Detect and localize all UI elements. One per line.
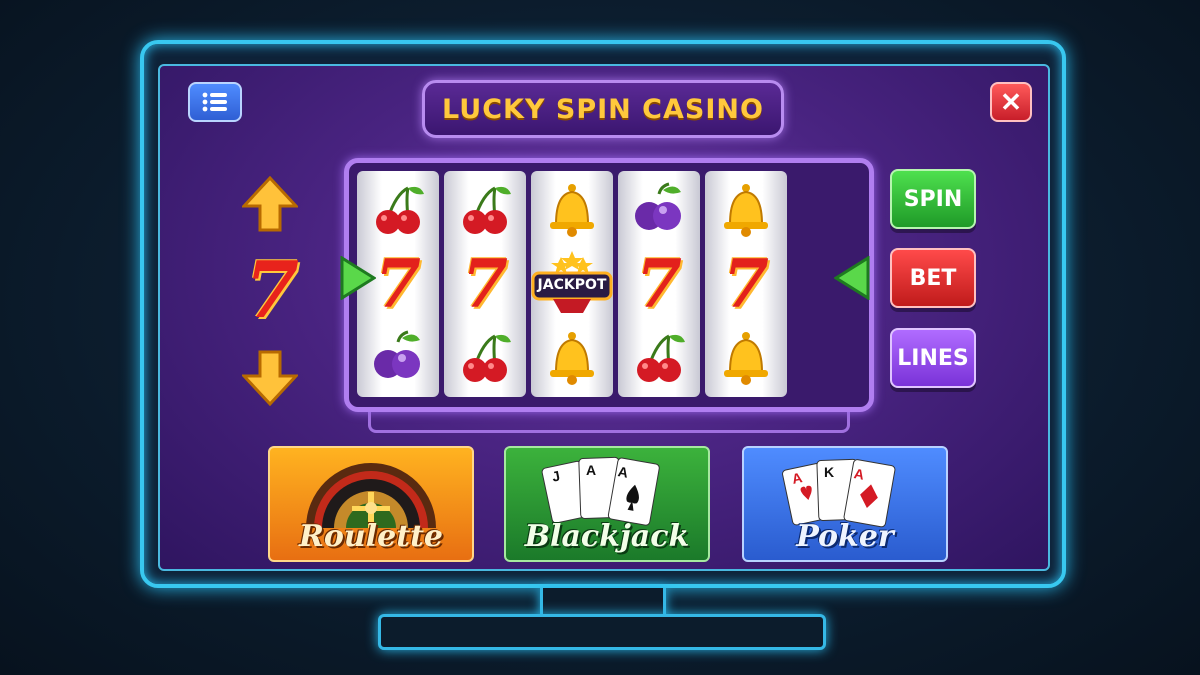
seven-symbol: 7	[636, 245, 682, 323]
line-selector: 7	[242, 176, 302, 406]
seven-symbol: 7	[723, 245, 769, 323]
monitor-stand-base	[378, 614, 826, 650]
playing-cards-icon	[541, 456, 660, 526]
game-tile-label: Blackjack	[524, 519, 690, 554]
game-tile-label: Roulette	[298, 519, 444, 554]
cherry-icon	[444, 323, 526, 393]
bell-icon	[705, 323, 787, 393]
bell-icon	[531, 175, 613, 245]
arrow-down-icon[interactable]	[242, 350, 298, 406]
menu-button[interactable]	[188, 82, 242, 122]
game-tile-label: Poker	[796, 519, 894, 554]
game-tile-poker[interactable]: A K A Poker	[742, 446, 948, 562]
page-title: LUCKY SPIN CASINO	[442, 93, 764, 125]
list-icon	[202, 92, 227, 112]
reel-4: 7	[618, 171, 700, 397]
slot-reels: 7 7 JACKPOT 7 7	[344, 158, 874, 412]
bet-button[interactable]: BET	[890, 248, 976, 308]
cherry-icon	[357, 175, 439, 245]
reel-2: 7	[444, 171, 526, 397]
playing-cards-icon	[782, 458, 896, 528]
jackpot-symbol: JACKPOT	[531, 249, 613, 319]
reel-5: 7	[705, 171, 787, 397]
payline-pointer-left-icon	[340, 256, 376, 300]
bell-icon	[531, 323, 613, 393]
roulette-wheel-icon	[306, 463, 436, 528]
payline-pointer-right-icon	[834, 256, 870, 300]
jackpot-label: JACKPOT	[537, 277, 607, 293]
plum-icon	[618, 175, 700, 245]
bell-icon	[705, 175, 787, 245]
close-icon: ✕	[1000, 86, 1022, 117]
card-face-a: A	[586, 462, 597, 478]
seven-symbol: 7	[462, 245, 508, 323]
title-plaque: LUCKY SPIN CASINO	[422, 80, 784, 138]
monitor-frame: LUCKY SPIN CASINO ✕ 7 7 7 JACKPOT 7 7 SP…	[140, 40, 1066, 588]
side-seven-indicator: 7	[244, 245, 300, 336]
card-face-k: K	[824, 464, 835, 480]
cherry-icon	[444, 175, 526, 245]
game-screen: LUCKY SPIN CASINO ✕ 7 7 7 JACKPOT 7 7 SP…	[158, 64, 1050, 571]
arrow-up-icon[interactable]	[242, 176, 298, 232]
close-button[interactable]: ✕	[990, 82, 1032, 122]
spin-button[interactable]: SPIN	[890, 169, 976, 229]
cherry-icon	[618, 323, 700, 393]
lines-button[interactable]: LINES	[890, 328, 976, 388]
plum-icon	[357, 323, 439, 393]
reel-3: JACKPOT	[531, 171, 613, 397]
game-tile-blackjack[interactable]: J A A Blackjack	[504, 446, 710, 562]
game-tile-roulette[interactable]: Roulette	[268, 446, 474, 562]
